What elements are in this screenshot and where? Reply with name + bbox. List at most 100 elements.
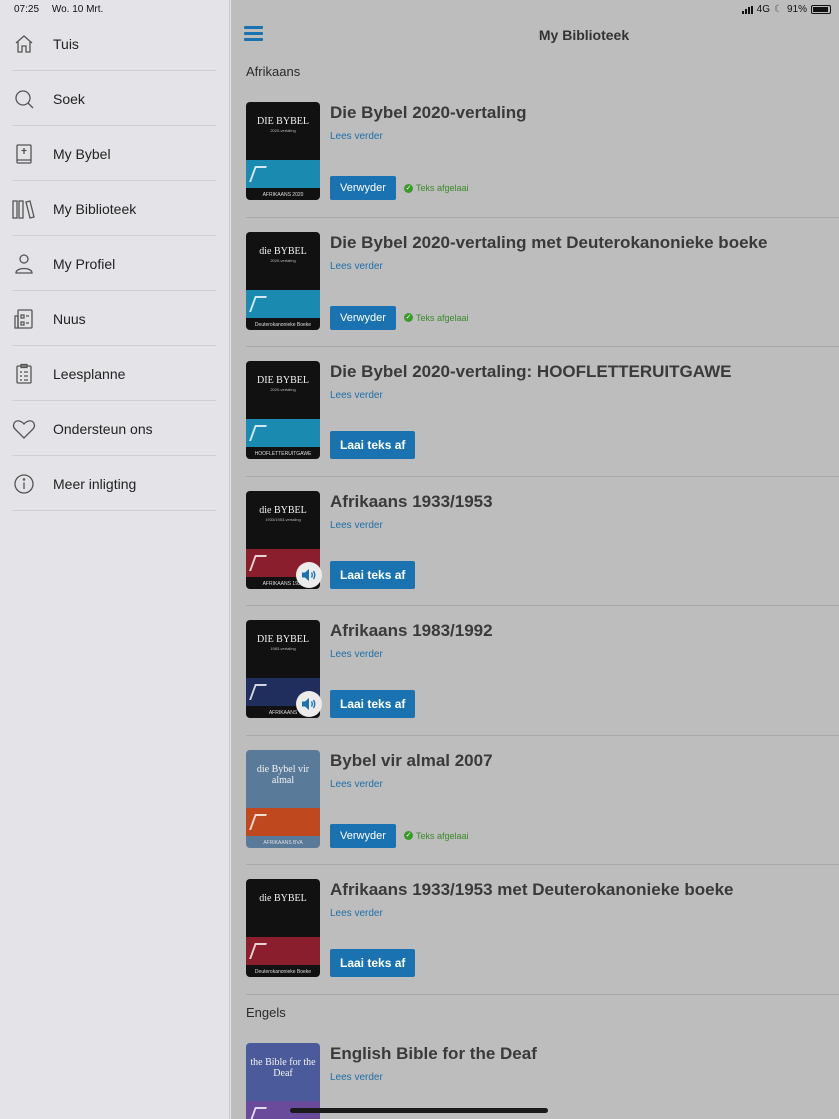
read-more-link[interactable]: Lees verder [330, 261, 383, 272]
status-time: 07:25 [14, 4, 40, 15]
sidebar-item-label: Leesplanne [53, 365, 126, 382]
book-title[interactable]: Afrikaans 1933/1953 [330, 492, 493, 512]
cover-band [246, 937, 320, 965]
heart-icon [12, 417, 36, 441]
book-title[interactable]: Afrikaans 1933/1953 met Deuterokanonieke… [330, 880, 733, 900]
download-status-label: Teks afgelaai [416, 830, 469, 841]
check-circle-icon: ✓ [404, 183, 413, 193]
cover-subtitle: 2020-vertaling [270, 257, 296, 263]
sidebar-item-my-profiel[interactable]: My Profiel [0, 236, 230, 291]
cover-subtitle: 2020-vertaling [270, 128, 296, 133]
cover-band [246, 289, 320, 318]
book-row: DIE BYBEL 1983-vertaling AFRIKAANS Afrik… [246, 606, 839, 736]
download-status-label: Teks afgelaai [416, 312, 469, 323]
book-title[interactable]: English Bible for the Deaf [330, 1044, 537, 1064]
library-icon [12, 197, 36, 221]
network-label: 4G [756, 4, 771, 15]
home-indicator[interactable] [290, 1108, 548, 1113]
read-more-link[interactable]: Lees verder [330, 649, 383, 660]
book-row: the Bible for the Deaf English Bible for… [246, 1029, 839, 1119]
read-more-link[interactable]: Lees verder [330, 131, 383, 142]
cover-footer: AFRIKAANS BVA [263, 839, 303, 846]
download-text-button[interactable]: Laai teks af [330, 949, 416, 977]
sidebar-item-label: Meer inligting [53, 475, 137, 492]
book-title[interactable]: Die Bybel 2020-vertaling met Deuterokano… [330, 233, 767, 253]
book-cover-image[interactable]: die Bybel vir almal AFRIKAANS BVA [246, 749, 320, 848]
sidebar-item-label: Soek [53, 90, 85, 107]
sidebar-item-label: My Profiel [53, 255, 116, 272]
sidebar-item-ondersteun-ons[interactable]: Ondersteun ons [0, 401, 230, 456]
sidebar-item-my-bybel[interactable]: My Bybel [0, 126, 230, 181]
book-cover-image[interactable]: die BYBEL 2020-vertaling Deuterokanoniek… [246, 231, 320, 330]
read-more-link[interactable]: Lees verder [330, 390, 383, 401]
status-date: Wo. 10 Mrt. [51, 4, 104, 15]
remove-button[interactable]: Verwyder [330, 176, 396, 200]
book-row: die BYBEL 2020-vertaling Deuterokanoniek… [246, 218, 839, 347]
main-content: My Biblioteek Afrikaans DIE BYBEL 2020-v… [231, 0, 839, 1119]
sidebar-item-label: Nuus [53, 310, 86, 327]
section-label: Engels [246, 1004, 286, 1020]
book-cover-image[interactable]: DIE BYBEL 2020-vertaling HOOFLETTERUITGA… [246, 361, 320, 459]
sidebar-item-my-biblioteek[interactable]: My Biblioteek [0, 181, 230, 236]
audio-speaker-icon[interactable] [296, 561, 322, 588]
cover-subtitle: 1983-vertaling [270, 646, 296, 651]
download-text-button[interactable]: Laai teks af [330, 560, 416, 589]
cover-title: DIE BYBEL [257, 375, 309, 386]
remove-button[interactable]: Verwyder [330, 305, 396, 330]
sidebar-item-label: My Biblioteek [53, 200, 137, 217]
audio-speaker-icon[interactable] [296, 691, 322, 717]
cover-subtitle: 2020-vertaling [270, 387, 296, 392]
cover-title: die Bybel vir almal [256, 763, 310, 786]
moon-icon: ☾ [774, 4, 783, 15]
battery-label: 91% [786, 4, 807, 15]
sidebar-item-label: My Bybel [53, 145, 111, 162]
remove-button[interactable]: Verwyder [330, 823, 396, 848]
battery-icon [811, 5, 831, 14]
sidebar-item-label: Tuis [53, 35, 79, 52]
sidebar-item-nuus[interactable]: Nuus [0, 291, 230, 346]
download-status: ✓ Teks afgelaai [404, 831, 469, 841]
cover-band [246, 419, 320, 447]
book-row: DIE BYBEL 2020-vertaling HOOFLETTERUITGA… [246, 347, 839, 477]
signal-icon [741, 5, 753, 14]
sidebar-item-soek[interactable]: Soek [0, 71, 230, 126]
sidebar-item-leesplanne[interactable]: Leesplanne [0, 346, 230, 401]
read-more-link[interactable]: Lees verder [330, 1072, 383, 1083]
book-title[interactable]: Bybel vir almal 2007 [330, 751, 493, 771]
download-text-button[interactable]: Laai teks af [330, 431, 416, 459]
status-bar-left: 07:25 Wo. 10 Mrt. [14, 4, 113, 15]
book-title[interactable]: Afrikaans 1983/1992 [330, 621, 493, 641]
section-label: Afrikaans [246, 64, 301, 79]
page-title: My Biblioteek [538, 27, 630, 43]
cover-title: the Bible for the Deaf [250, 1056, 316, 1079]
book-cover-image[interactable]: die BYBEL Deuterokanonieke Boeke [246, 879, 320, 977]
sidebar-item-label: Ondersteun ons [53, 420, 153, 437]
cover-band [246, 160, 320, 188]
cover-title: die BYBEL [259, 893, 307, 904]
download-status: ✓ Teks afgelaai [404, 313, 469, 323]
book-title[interactable]: Die Bybel 2020-vertaling [330, 103, 527, 123]
sidebar: Tuis Soek My Bybel My Biblioteek My Prof… [0, 0, 230, 1119]
library-list: Afrikaans DIE BYBEL 2020-vertaling AFRIK… [231, 54, 839, 1119]
cover-footer: Deuterokanonieke Boeke [254, 321, 312, 328]
sidebar-item-tuis[interactable]: Tuis [0, 16, 230, 71]
home-icon [12, 32, 36, 56]
book-row: DIE BYBEL 2020-vertaling AFRIKAANS 2020 … [246, 88, 839, 218]
download-text-button[interactable]: Laai teks af [330, 690, 416, 718]
cover-band [246, 807, 320, 836]
sidebar-item-meer-inligting[interactable]: Meer inligting [0, 456, 230, 511]
cover-title: DIE BYBEL [257, 634, 309, 645]
status-bar-right: 4G ☾ 91% [741, 4, 831, 15]
read-more-link[interactable]: Lees verder [330, 520, 383, 531]
check-circle-icon: ✓ [404, 313, 413, 322]
cover-title: DIE BYBEL [257, 116, 309, 127]
sidebar-nav: Tuis Soek My Bybel My Biblioteek My Prof… [0, 16, 230, 511]
cover-footer: AFRIKAANS 2020 [262, 192, 304, 198]
bible-icon [12, 142, 36, 166]
read-more-link[interactable]: Lees verder [330, 908, 383, 919]
book-title[interactable]: Die Bybel 2020-vertaling: HOOFLETTERUITG… [330, 362, 731, 382]
book-cover-image[interactable]: DIE BYBEL 2020-vertaling AFRIKAANS 2020 [246, 102, 320, 200]
read-more-link[interactable]: Lees verder [330, 779, 383, 790]
clipboard-icon [12, 362, 36, 386]
cover-footer: HOOFLETTERUITGAWE [254, 451, 312, 457]
